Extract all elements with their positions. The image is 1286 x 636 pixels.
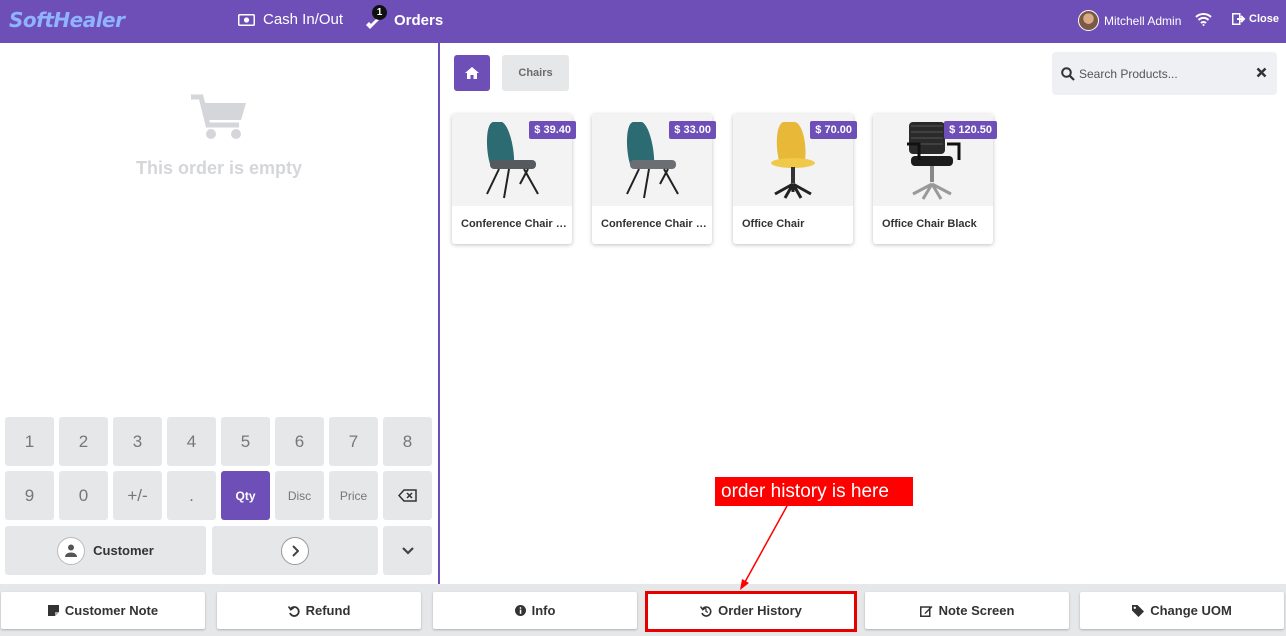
numpad-backspace[interactable] <box>383 471 432 520</box>
chevron-right-icon <box>281 536 309 565</box>
orders-count-badge: 1 <box>372 5 387 20</box>
numpad-key-decimal[interactable]: . <box>167 471 216 520</box>
order-history-button[interactable]: Order History <box>648 592 854 629</box>
product-name: Conference Chair (Steel) <box>601 218 707 230</box>
note-screen-label: Note Screen <box>938 603 1015 618</box>
numpad-mode-price[interactable]: Price <box>329 471 378 520</box>
change-uom-label: Change UOM <box>1150 603 1232 618</box>
edit-icon <box>919 605 933 617</box>
numpad-key-0[interactable]: 0 <box>59 471 108 520</box>
numpad-key-4[interactable]: 4 <box>167 417 216 466</box>
customer-note-button[interactable]: Customer Note <box>1 592 205 629</box>
backspace-icon <box>398 489 417 502</box>
numpad-key-2[interactable]: 2 <box>59 417 108 466</box>
order-history-label: Order History <box>718 603 802 618</box>
customer-label: Customer <box>93 543 154 558</box>
history-icon <box>700 605 712 617</box>
numpad-key-5[interactable]: 5 <box>221 417 270 466</box>
product-card[interactable]: $ 39.40 Conference Chair (Aluminium) <box>452 114 576 244</box>
product-name: Office Chair Black <box>882 218 977 230</box>
numpad-key-9[interactable]: 9 <box>5 471 54 520</box>
numpad-mode-disc[interactable]: Disc <box>275 471 324 520</box>
customer-note-label: Customer Note <box>64 603 159 618</box>
close-button[interactable]: Close <box>1232 13 1279 25</box>
product-name: Office Chair <box>742 218 805 230</box>
payment-button[interactable] <box>212 526 378 575</box>
logo: SoftHealer <box>9 8 125 32</box>
tag-icon <box>1132 604 1145 617</box>
info-circle-icon <box>514 605 526 616</box>
undo-icon <box>287 605 300 617</box>
orders-label: Orders <box>394 11 444 29</box>
price-badge: $ 120.50 <box>944 121 997 139</box>
empty-order-text: This order is empty <box>135 158 303 178</box>
customer-button[interactable]: Customer <box>5 526 206 575</box>
numpad-key-7[interactable]: 7 <box>329 417 378 466</box>
search-input[interactable] <box>1079 64 1249 84</box>
cash-in-out-button[interactable]: Cash In/Out <box>238 11 343 28</box>
cash-in-out-label: Cash In/Out <box>263 11 344 28</box>
user-menu[interactable]: Mitchell Admin <box>1078 10 1181 31</box>
top-bar: SoftHealer Cash In/Out 1 Orders Mitchell… <box>0 0 1286 43</box>
sticky-note-icon <box>47 605 59 616</box>
numpad-key-8[interactable]: 8 <box>383 417 432 466</box>
product-card[interactable]: $ 70.00 Office Chair <box>733 114 857 244</box>
price-badge: $ 70.00 <box>810 121 857 139</box>
info-button[interactable]: Info <box>433 592 637 629</box>
ticket-icon: 1 <box>366 5 387 29</box>
search-box <box>1052 52 1277 95</box>
close-icon[interactable] <box>1256 67 1267 78</box>
home-icon <box>465 67 479 79</box>
search-icon <box>1061 67 1075 81</box>
refund-button[interactable]: Refund <box>217 592 421 629</box>
numpad-key-3[interactable]: 3 <box>113 417 162 466</box>
user-name: Mitchell Admin <box>1104 13 1182 28</box>
product-card[interactable]: $ 120.50 Office Chair Black <box>873 114 997 244</box>
avatar <box>1078 10 1099 31</box>
price-badge: $ 33.00 <box>669 121 716 139</box>
numpad-mode-qty[interactable]: Qty <box>221 471 270 520</box>
info-label: Info <box>531 603 556 618</box>
expand-button[interactable] <box>383 526 432 575</box>
numpad-key-1[interactable]: 1 <box>5 417 54 466</box>
note-screen-button[interactable]: Note Screen <box>865 592 1069 629</box>
numpad-key-plus-minus[interactable]: +/- <box>113 471 162 520</box>
user-icon <box>57 536 86 565</box>
home-button[interactable] <box>454 55 490 91</box>
product-name: Conference Chair (Aluminium) <box>461 218 567 230</box>
orders-button[interactable]: 1 Orders <box>366 5 444 29</box>
wifi-icon <box>1195 13 1212 26</box>
category-breadcrumb[interactable]: Chairs <box>502 55 569 91</box>
refund-label: Refund <box>305 603 351 618</box>
price-badge: $ 39.40 <box>529 121 576 139</box>
sign-out-icon <box>1232 13 1246 25</box>
money-icon <box>238 13 255 26</box>
pane-divider <box>438 43 440 584</box>
shopping-cart-icon <box>191 94 246 139</box>
close-label: Close <box>1249 13 1279 25</box>
numpad-key-6[interactable]: 6 <box>275 417 324 466</box>
product-card[interactable]: $ 33.00 Conference Chair (Steel) <box>592 114 716 244</box>
chevron-down-icon <box>401 546 414 555</box>
change-uom-button[interactable]: Change UOM <box>1080 592 1284 629</box>
annotation-callout: order history is here <box>715 477 913 506</box>
